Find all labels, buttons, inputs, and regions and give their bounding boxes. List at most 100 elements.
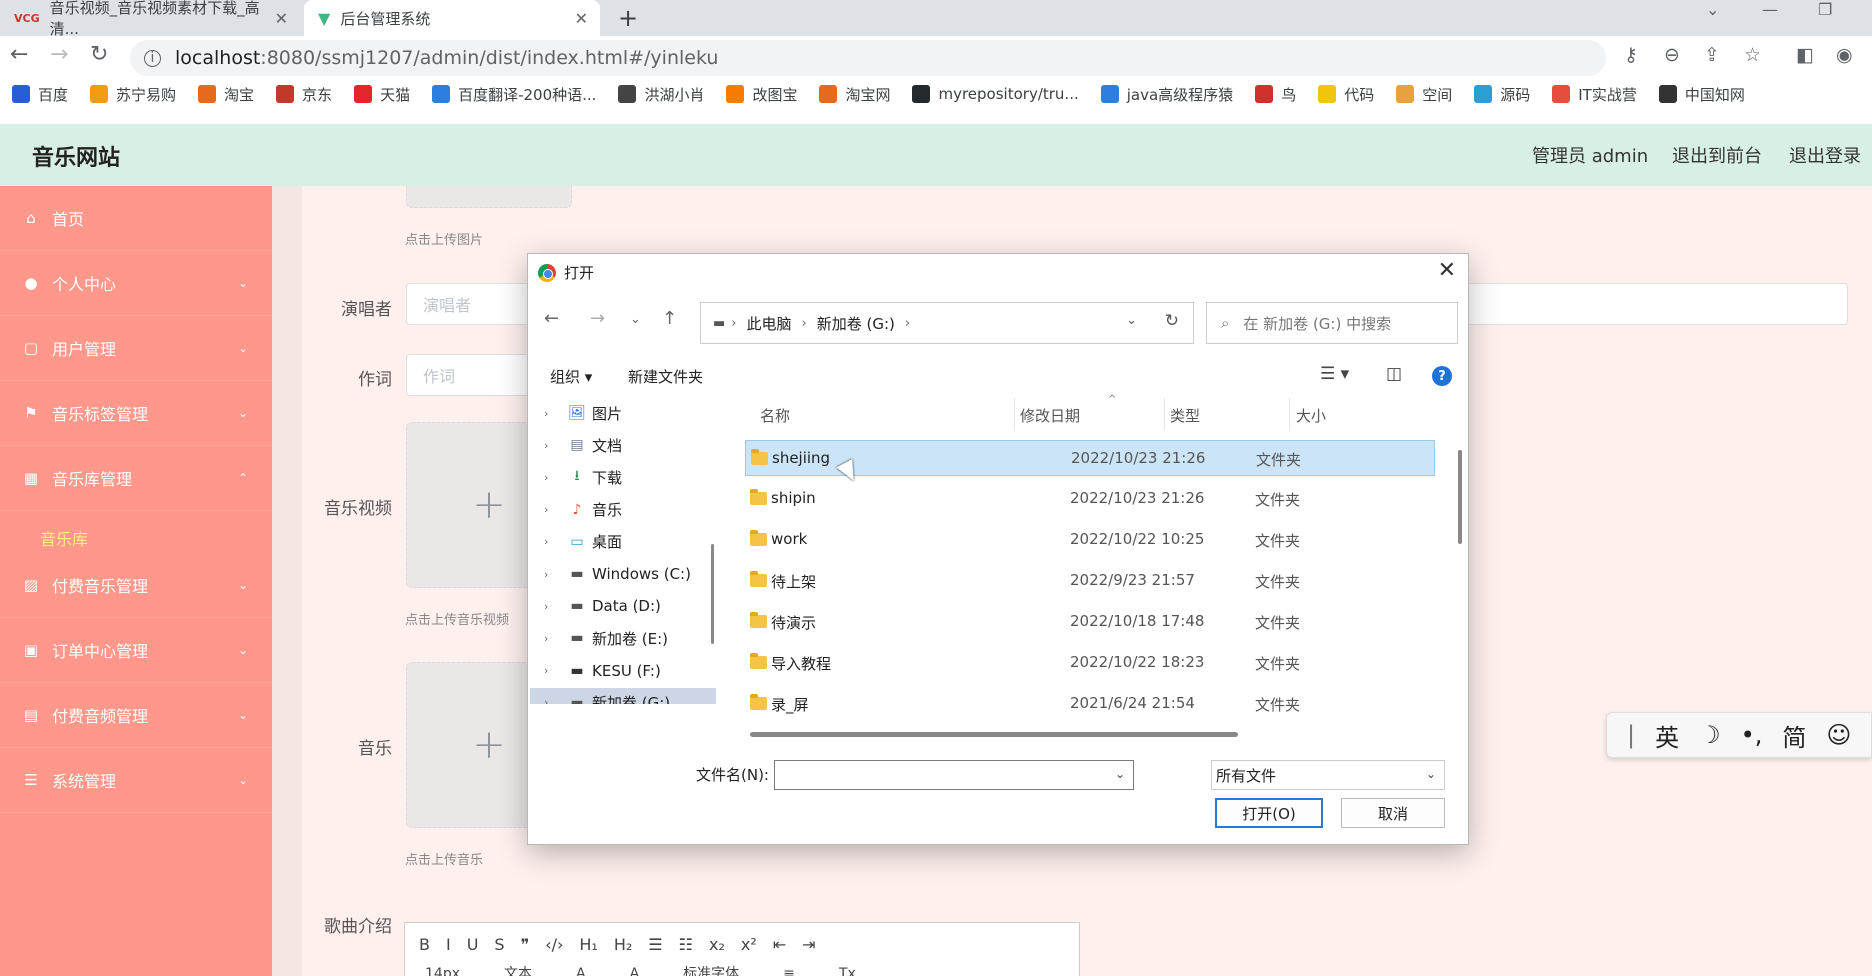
sidebar-item[interactable]: ▤ 付费音频管理 ⌄ [0,683,272,748]
editor-tool-button[interactable]: B [419,935,430,954]
bookmark-item[interactable]: 改图宝 [726,84,797,105]
sidepanel-icon[interactable]: ◧ [1796,44,1814,66]
editor-tool-button[interactable]: I [446,935,451,954]
tree-node[interactable]: › ▤ 文档 [530,430,716,460]
chevron-right-icon[interactable]: › [544,439,562,452]
editor-tool-button[interactable]: x₂ [709,935,725,954]
bookmark-item[interactable]: 洪湖小肖 [618,84,704,105]
organize-button[interactable]: 组织 ▾ [550,366,592,387]
tree-node[interactable]: › ▭ 桌面 [530,527,716,557]
close-tab-icon[interactable]: ✕ [575,9,588,28]
bookmark-item[interactable]: 空间 [1396,84,1452,105]
file-row[interactable]: 待演示 2022/10/18 17:48 文件夹 [745,604,1435,640]
ime-button[interactable]: 简 [1782,718,1806,753]
sidebar-item[interactable]: ▢ 用户管理 ⌄ [0,316,272,381]
ime-button[interactable]: ☺ [1826,721,1851,749]
exit-to-frontend-link[interactable]: 退出到前台 [1672,142,1762,168]
ime-button[interactable]: •, [1741,721,1763,749]
editor-tool-button[interactable]: ❞ [521,935,530,954]
chevron-right-icon[interactable]: › [544,632,562,645]
chevron-down-icon[interactable]: ⌄ [1115,767,1125,781]
site-info-icon[interactable]: i [144,49,161,67]
tree-node[interactable]: › ▬ Data (D:) [530,591,716,621]
profile-avatar-icon[interactable]: ◉ [1836,44,1853,66]
editor-tool-button[interactable]: ‹/› [545,935,563,954]
browser-tab-admin[interactable]: ▼ 后台管理系统 ✕ [304,0,600,36]
bookmark-item[interactable]: 京东 [276,84,332,105]
chevron-right-icon[interactable]: › [544,600,562,613]
chevron-right-icon[interactable]: › [544,568,562,581]
tree-node[interactable]: › ▬ 新加卷 (E:) [530,623,716,653]
tree-node[interactable]: › ▬ KESU (F:) [530,656,716,686]
reload-icon[interactable]: ↻ [90,42,108,67]
ime-drag-handle[interactable]: | [1627,721,1635,749]
editor-format-select[interactable]: ≡ [783,966,795,976]
sidebar-item[interactable]: ● 个人中心 ⌄ [0,251,272,316]
admin-user-link[interactable]: 管理员 admin [1532,142,1648,168]
close-icon[interactable]: ✕ [1438,258,1456,283]
editor-format-select[interactable]: 文本 [504,966,532,976]
back-icon[interactable]: ← [544,308,559,329]
cancel-button[interactable]: 取消 [1341,798,1445,828]
tree-node[interactable]: › 🖼 图片 [530,398,716,428]
editor-tool-button[interactable]: S [494,935,504,954]
breadcrumb-this-pc[interactable]: 此电脑 [747,313,792,334]
restore-icon[interactable]: ❐ [1818,0,1832,19]
column-name[interactable]: 名称 [760,405,790,426]
preview-pane-icon[interactable]: ◫ [1386,364,1402,384]
help-icon[interactable]: ? [1432,366,1452,386]
filename-input[interactable]: ⌄ [774,760,1134,790]
chevron-right-icon[interactable]: › [544,535,562,548]
bookmark-item[interactable]: myrepository/tru... [912,85,1079,103]
file-row[interactable]: 导入教程 2022/10/22 18:23 文件夹 [745,645,1435,681]
sidebar-item[interactable]: ⚑ 音乐标签管理 ⌄ [0,381,272,446]
sidebar-subitem-music-library[interactable]: 音乐库 [40,526,88,550]
file-row[interactable]: work 2022/10/22 10:25 文件夹 [745,522,1435,558]
tree-node[interactable]: › ▬ Windows (C:) [530,559,716,589]
editor-format-select[interactable]: 标准字体 [683,966,739,976]
bookmark-item[interactable]: 百度 [12,84,68,105]
ime-toolbar[interactable]: | 英 ☽ •, 简 ☺ [1606,712,1872,758]
new-tab-icon[interactable]: + [618,4,638,32]
file-row[interactable]: 录_屏 2021/6/24 21:54 文件夹 [745,686,1435,722]
bookmark-item[interactable]: 淘宝网 [819,84,890,105]
refresh-icon[interactable]: ↻ [1165,311,1179,331]
forward-icon[interactable]: → [590,308,605,329]
editor-format-select[interactable]: 14px [425,966,460,976]
address-breadcrumb[interactable]: ▬ › 此电脑 › 新加卷 (G:) › ⌄ ↻ [700,302,1194,344]
chevron-right-icon[interactable]: › [544,503,562,516]
ime-button[interactable]: 英 [1655,718,1679,753]
chevron-down-icon[interactable]: ⌄ [1426,767,1436,781]
bookmark-item[interactable]: 苏宁易购 [90,84,176,105]
bookmark-item[interactable]: 源码 [1474,84,1530,105]
file-row[interactable]: 待上架 2022/9/23 21:57 文件夹 [745,563,1435,599]
sidebar-item[interactable]: ▣ 订单中心管理 ⌄ [0,618,272,683]
bookmark-item[interactable]: 淘宝 [198,84,254,105]
editor-tool-button[interactable]: ☰ [648,935,662,954]
share-icon[interactable]: ⇪ [1704,44,1720,66]
file-list-hscrollbar[interactable] [750,732,1238,737]
sidebar-item[interactable]: ▨ 付费音乐管理 ⌄ [0,553,272,618]
chevron-right-icon[interactable]: › [544,664,562,677]
forward-icon[interactable]: → [50,42,68,67]
editor-format-select[interactable]: A̲ [630,966,640,976]
sidebar-item[interactable]: ▦ 音乐库管理 ⌃ [0,446,272,511]
file-list-vscrollbar[interactable] [1458,450,1462,544]
tree-node[interactable]: › ♪ 音乐 [530,495,716,525]
column-date[interactable]: 修改日期 [1020,405,1080,426]
column-type[interactable]: 类型 [1170,405,1200,426]
tree-node[interactable]: › ⭳ 下载 [530,462,716,492]
editor-format-select[interactable]: A [576,966,586,976]
editor-tool-button[interactable]: H₁ [579,935,597,954]
dialog-search-input[interactable]: ⌕ 在 新加卷 (G:) 中搜索 [1206,302,1458,344]
back-icon[interactable]: ← [10,42,28,67]
editor-tool-button[interactable]: x² [741,935,757,954]
sidebar-item[interactable]: ⌂ 首页 [0,186,272,251]
recent-chevron-icon[interactable]: ⌄ [630,312,641,327]
filetype-select[interactable]: 所有文件 ⌄ [1211,760,1445,790]
chevron-right-icon[interactable]: › [544,471,562,484]
bookmark-star-icon[interactable]: ☆ [1744,44,1761,66]
bookmark-item[interactable]: 代码 [1318,84,1374,105]
editor-tool-button[interactable]: ⇤ [773,935,786,954]
tree-node[interactable]: › ▬ 新加卷 (G:) [530,687,716,704]
